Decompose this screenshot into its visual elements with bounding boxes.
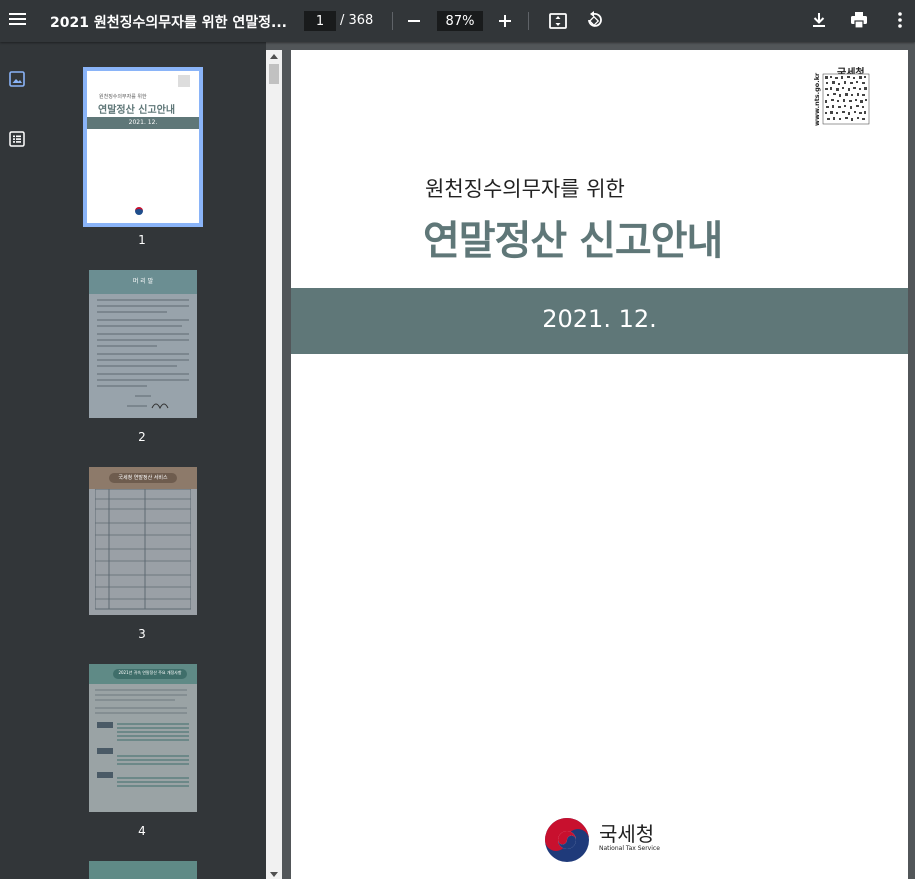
- print-icon[interactable]: [849, 10, 869, 30]
- thumbnail-page-1[interactable]: 원천징수의무자를 위한 연말정산 신고안내 2021. 12.: [83, 67, 203, 227]
- document-title: 2021 원천징수의무자를 위한 연말정...: [50, 15, 287, 31]
- scroll-down-arrow-icon[interactable]: [270, 872, 278, 877]
- more-options-icon[interactable]: [890, 10, 910, 30]
- sidebar-scrollbar[interactable]: [266, 50, 282, 879]
- page-date: 2021. 12.: [542, 305, 657, 333]
- thumb-1-subtitle: 원천징수의무자를 위한: [99, 94, 147, 100]
- thumbnail-label-4: 4: [138, 824, 146, 838]
- page-title: 연말정산 신고안내: [423, 218, 723, 264]
- thumb-2-text-lines: [97, 299, 189, 410]
- pdf-toolbar: 2021 원천징수의무자를 위한 연말정... / 368: [0, 0, 915, 42]
- page-number-input[interactable]: [304, 11, 336, 31]
- toolbar-divider: [528, 12, 529, 30]
- thumb-3-header: 국세청 연말정산 서비스: [118, 475, 168, 481]
- zoom-in-icon[interactable]: [497, 12, 513, 30]
- sidebar-icon-strip: [0, 42, 34, 879]
- nts-logo-icon: [545, 818, 589, 862]
- thumbnail-page-2[interactable]: 머 리 말: [89, 270, 197, 418]
- download-icon[interactable]: [809, 10, 829, 30]
- thumb-1-date: 2021. 12.: [128, 119, 158, 126]
- date-band: 2021. 12.: [291, 288, 908, 354]
- thumbnail-label-3: 3: [138, 627, 146, 641]
- nts-logo-subtext: National Tax Service: [599, 845, 660, 852]
- qr-url-text: www.nts.go.kr: [813, 72, 821, 126]
- zoom-level-input[interactable]: [437, 11, 483, 31]
- thumbnail-page-4[interactable]: 2021년 귀속 연말정산 주요 개정사항: [89, 664, 197, 812]
- pdf-page-1: 국세청 www.nts.go.kr 원천징수의무자를 위한 연말정산 신고안내 …: [291, 50, 908, 879]
- thumb-4-text-lines: [95, 689, 189, 787]
- outline-view-icon[interactable]: [9, 131, 25, 147]
- zoom-out-icon[interactable]: [406, 12, 422, 30]
- page-total: / 368: [340, 13, 374, 28]
- thumb-1-title: 연말정산 신고안내: [98, 105, 176, 116]
- rotate-icon[interactable]: [584, 10, 604, 30]
- fit-to-page-icon[interactable]: [548, 11, 568, 31]
- menu-icon[interactable]: [8, 10, 28, 30]
- thumbnail-page-5[interactable]: [89, 861, 197, 879]
- thumb-2-header: 머 리 말: [132, 278, 154, 285]
- scrollbar-thumb[interactable]: [269, 64, 279, 84]
- toolbar-divider: [392, 12, 393, 30]
- thumbnails-view-icon[interactable]: [9, 71, 25, 87]
- thumb-4-header: 2021년 귀속 연말정산 주요 개정사항: [118, 670, 182, 675]
- thumbnail-label-2: 2: [138, 430, 146, 444]
- thumbnail-label-1: 1: [138, 233, 146, 247]
- thumb-3-table-lines: [95, 489, 191, 610]
- scroll-up-arrow-icon[interactable]: [270, 54, 278, 59]
- qr-code-icon: www.nts.go.kr: [813, 72, 870, 126]
- nts-logo-text: 국세청: [599, 822, 655, 846]
- thumbnail-page-3[interactable]: 국세청 연말정산 서비스: [89, 467, 197, 615]
- page-subtitle: 원천징수의무자를 위한: [425, 177, 625, 201]
